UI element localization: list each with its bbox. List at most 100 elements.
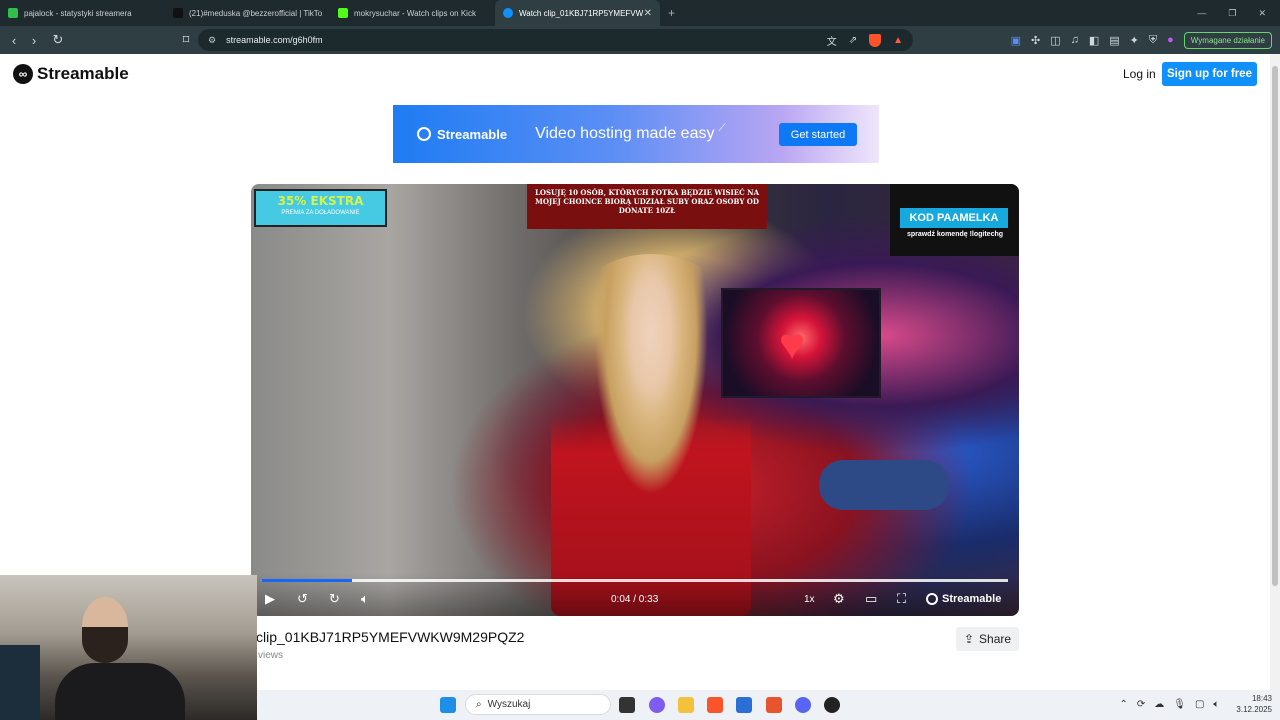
- tray-chevron-icon[interactable]: ⌃: [1119, 699, 1127, 710]
- login-link[interactable]: Log in: [1123, 67, 1156, 81]
- forward-icon[interactable]: ›: [24, 33, 44, 48]
- browser-tab-active[interactable]: Watch clip_01KBJ71RP5YMEFVW ✕: [495, 0, 660, 26]
- overlay-ekstra-text: 35% EKSTRA: [277, 194, 364, 208]
- brave-taskbar-icon[interactable]: [707, 697, 723, 713]
- start-icon[interactable]: [440, 697, 456, 713]
- file-explorer-icon[interactable]: [678, 697, 694, 713]
- overlay-code-text: KOD PAAMELKA: [900, 208, 1008, 228]
- video-player[interactable]: ♥ 35% EKSTRA PREMIA ZA DOŁADOWANIE LOSUJ…: [251, 184, 1019, 616]
- webcam-overlay: [0, 575, 257, 720]
- copilot-icon[interactable]: [649, 697, 665, 713]
- task-view-icon[interactable]: [619, 697, 635, 713]
- video-overlay-code: KOD PAAMELKA sprawdź komendę !logitechg: [890, 184, 1019, 256]
- search-icon: ⌕: [476, 699, 482, 710]
- mic-icon[interactable]: 🎙︎: [1173, 699, 1186, 710]
- kick-favicon-icon: [338, 8, 348, 18]
- heart-icon: ♥: [779, 320, 806, 369]
- obs-icon[interactable]: [824, 697, 840, 713]
- wallet-icon[interactable]: ▤: [1109, 34, 1119, 47]
- streamable-watermark[interactable]: Streamable: [926, 593, 1001, 605]
- playback-speed-button[interactable]: 1x: [804, 594, 815, 605]
- tab-favicon-icon: [8, 8, 18, 18]
- clock-time: 18:43: [1251, 694, 1272, 703]
- streamable-logo-icon: ∞: [13, 64, 33, 84]
- settings-icon[interactable]: ⚙: [833, 591, 845, 607]
- network-icon[interactable]: ▢: [1195, 699, 1204, 710]
- play-icon[interactable]: ▶: [265, 591, 275, 607]
- media-icon[interactable]: ♫: [1071, 34, 1079, 46]
- new-tab-button[interactable]: +: [668, 6, 675, 20]
- clock[interactable]: 18:43 3.12.2025: [1236, 693, 1272, 715]
- clip-title: clip_01KBJ71RP5YMEFVWKW9M29PQZ2: [256, 629, 525, 645]
- streamable-favicon-icon: [503, 8, 513, 18]
- action-required-button[interactable]: Wymagane działanie: [1183, 31, 1272, 49]
- scrollbar-thumb[interactable]: [1272, 66, 1278, 586]
- sidebar-icon[interactable]: ◧: [1089, 34, 1099, 47]
- ad-banner[interactable]: Streamable Video hosting made easy ⟋ Get…: [393, 105, 879, 163]
- sync-icon[interactable]: ⟳: [1137, 699, 1145, 710]
- tab-strip: pajalock - statystyki streamera (21)#med…: [0, 0, 1280, 26]
- brave-rewards-icon[interactable]: ▲: [893, 35, 903, 46]
- brave-active-icon[interactable]: [766, 697, 782, 713]
- share-icon: ⇪: [963, 632, 975, 646]
- logo-text: Streamable: [37, 64, 129, 83]
- rewind-icon[interactable]: ↺: [297, 591, 308, 607]
- address-bar[interactable]: ⚙ streamable.com/g6h0fm 文 ⇗ ▲: [198, 29, 913, 51]
- forward-skip-icon[interactable]: ↻: [329, 591, 340, 607]
- leo-icon[interactable]: ✦: [1130, 34, 1139, 47]
- watermark-logo-icon: [926, 593, 938, 605]
- video-overlay-giveaway: LOSUJĘ 10 OSÓB, KTÓRYCH FOTKA BĘDZIE WIS…: [527, 184, 767, 229]
- speaker-icon[interactable]: 🔈︎: [1213, 699, 1219, 710]
- store-icon[interactable]: [736, 697, 752, 713]
- vpn-icon[interactable]: ⛨: [1149, 34, 1157, 47]
- signup-button[interactable]: Sign up for free: [1162, 62, 1257, 86]
- share-button[interactable]: ⇪ Share: [956, 627, 1019, 651]
- tab-label: (21)#meduska @bezzerofficial | TikTo: [189, 8, 323, 18]
- extension-icon[interactable]: ▣: [1011, 34, 1021, 47]
- watermark-text: Streamable: [942, 593, 1002, 605]
- sparkle-icon: ⟋: [718, 122, 726, 134]
- discord-icon[interactable]: [795, 697, 811, 713]
- translate-icon[interactable]: 文: [827, 33, 837, 48]
- seek-bar[interactable]: [262, 579, 1008, 582]
- minimize-icon[interactable]: —: [1197, 8, 1206, 18]
- volume-icon[interactable]: 🔈︎: [361, 591, 369, 607]
- share-label: Share: [979, 632, 1012, 646]
- reload-icon[interactable]: ↻: [48, 32, 68, 48]
- system-tray: ⌃ ⟳ ☁ 🎙︎ ▢ 🔈︎ 18:43 3.12.2025: [1119, 693, 1272, 715]
- browser-tab[interactable]: pajalock - statystyki streamera: [0, 0, 165, 26]
- view-count: views: [258, 650, 284, 661]
- overlay-ekstra-sub: PREMIA ZA DOŁADOWANIE: [281, 210, 360, 216]
- bookmark-icon[interactable]: ⌑: [176, 32, 196, 48]
- share-page-icon[interactable]: ⇗: [849, 35, 857, 46]
- toolbar: ‹ › ↻ ⌑ ⚙ streamable.com/g6h0fm 文 ⇗ ▲ ▣ …: [0, 26, 1280, 54]
- url-text: streamable.com/g6h0fm: [226, 35, 323, 45]
- fullscreen-icon[interactable]: ⛶: [897, 591, 906, 607]
- tab-label: mokrysuchar - Watch clips on Kick: [354, 8, 476, 18]
- restore-icon[interactable]: ❐: [1228, 8, 1236, 19]
- get-started-button[interactable]: Get started: [779, 123, 857, 146]
- site-settings-icon[interactable]: ⚙: [208, 35, 216, 46]
- puzzle-icon[interactable]: ✣: [1031, 34, 1040, 47]
- screenshot-icon[interactable]: ◫: [1050, 34, 1060, 47]
- windows-taskbar: ⌕ Wyszukaj ⌃ ⟳ ☁ 🎙︎ ▢ 🔈︎ 18:43 3.12.2025: [257, 690, 1280, 720]
- video-microphone: [819, 460, 949, 510]
- pip-icon[interactable]: ▭: [865, 591, 877, 607]
- close-window-icon[interactable]: ✕: [1258, 8, 1266, 19]
- webcam-mic-arm: [0, 645, 40, 720]
- streamable-logo[interactable]: ∞ Streamable: [13, 64, 129, 84]
- webcam-person-body: [55, 663, 185, 720]
- browser-tab[interactable]: (21)#meduska @bezzerofficial | TikTo: [165, 0, 330, 26]
- browser-tab[interactable]: mokrysuchar - Watch clips on Kick: [330, 0, 495, 26]
- profile-icon[interactable]: ●: [1167, 34, 1174, 46]
- back-icon[interactable]: ‹: [4, 33, 24, 48]
- tab-label: pajalock - statystyki streamera: [24, 8, 132, 18]
- search-placeholder: Wyszukaj: [487, 699, 531, 710]
- close-tab-icon[interactable]: ✕: [644, 8, 652, 19]
- brave-shields-icon[interactable]: [869, 33, 882, 47]
- video-heart-screen: ♥: [721, 288, 881, 398]
- taskbar-search[interactable]: ⌕ Wyszukaj: [465, 694, 611, 715]
- page-scrollbar[interactable]: [1270, 54, 1280, 690]
- cloud-icon[interactable]: ☁: [1154, 699, 1164, 710]
- clock-date: 3.12.2025: [1236, 705, 1272, 714]
